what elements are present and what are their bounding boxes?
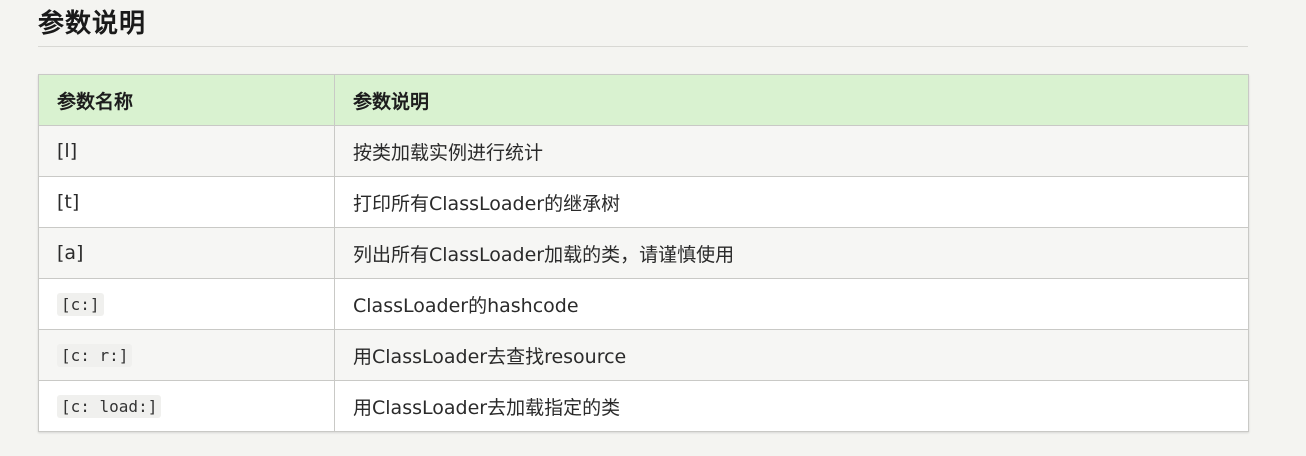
param-code: [c: r:]	[57, 344, 133, 367]
param-cell: [l]	[38, 125, 335, 177]
desc-cell: 列出所有ClassLoader加载的类，请谨慎使用	[334, 227, 1249, 279]
header-param-name: 参数名称	[38, 74, 335, 126]
heading-divider	[38, 46, 1248, 47]
desc-cell: 打印所有ClassLoader的继承树	[334, 176, 1249, 228]
param-text: [a]	[57, 242, 84, 264]
table-row: [l] 按类加载实例进行统计	[38, 125, 1249, 177]
desc-cell: 按类加载实例进行统计	[334, 125, 1249, 177]
params-table: 参数名称 参数说明 [l] 按类加载实例进行统计 [t] 打印所有ClassLo…	[38, 74, 1249, 432]
table-row: [c: r:] 用ClassLoader去查找resource	[38, 329, 1249, 381]
table-row: [a] 列出所有ClassLoader加载的类，请谨慎使用	[38, 227, 1249, 279]
table-header-row: 参数名称 参数说明	[38, 74, 1249, 126]
section-title: 参数说明	[38, 9, 147, 39]
param-code: [c:]	[57, 293, 104, 316]
table-row: [c:] ClassLoader的hashcode	[38, 278, 1249, 330]
table-row: [c: load:] 用ClassLoader去加载指定的类	[38, 380, 1249, 432]
param-code: [c: load:]	[57, 395, 162, 418]
param-text: [t]	[57, 191, 80, 213]
table-row: [t] 打印所有ClassLoader的继承树	[38, 176, 1249, 228]
header-param-desc: 参数说明	[334, 74, 1249, 126]
desc-cell: ClassLoader的hashcode	[334, 278, 1249, 330]
param-cell: [c: r:]	[38, 329, 335, 381]
param-cell: [t]	[38, 176, 335, 228]
desc-cell: 用ClassLoader去查找resource	[334, 329, 1249, 381]
param-text: [l]	[57, 140, 78, 162]
desc-cell: 用ClassLoader去加载指定的类	[334, 380, 1249, 432]
param-cell: [c: load:]	[38, 380, 335, 432]
param-cell: [a]	[38, 227, 335, 279]
param-cell: [c:]	[38, 278, 335, 330]
